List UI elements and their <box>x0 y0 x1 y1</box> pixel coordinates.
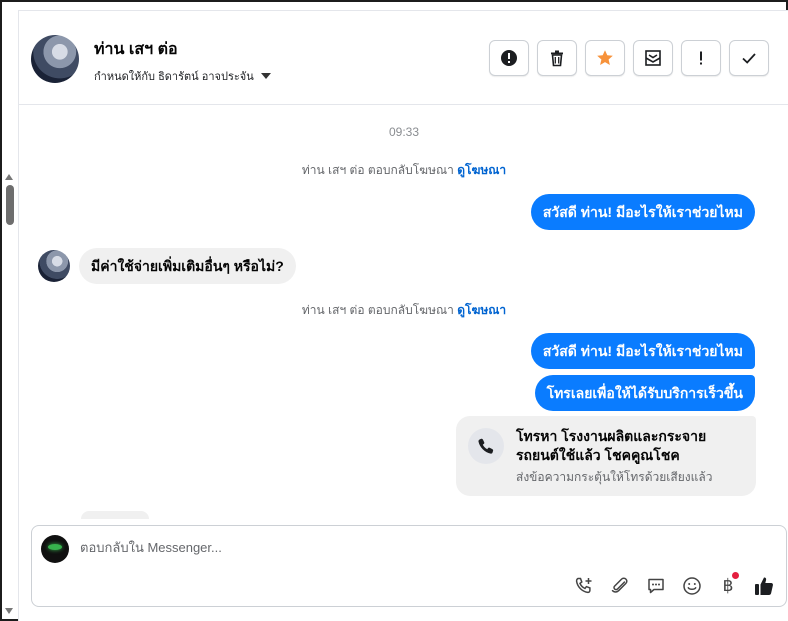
scrollbar-thumb[interactable] <box>6 185 14 225</box>
assign-dropdown[interactable]: กำหนดให้กับ ธิดารัตน์ อาจประจัน <box>94 67 271 85</box>
check-icon <box>742 53 756 64</box>
move-to-inbox-button[interactable] <box>633 40 673 76</box>
reply-composer: ฿ <box>31 525 787 607</box>
ad-reply-text: ท่าน เสฯ ต่อ ตอบกลับโฆษณา <box>301 163 458 177</box>
phone-plus-icon <box>575 577 592 594</box>
message-timestamp: 09:33 <box>388 125 420 139</box>
saved-replies-button[interactable] <box>645 575 667 597</box>
contact-avatar-small[interactable] <box>38 250 70 282</box>
baht-icon: ฿ <box>722 576 734 596</box>
outgoing-message[interactable]: สวัสดี ท่าน! มีอะไรให้เราช่วยไหม <box>530 333 755 369</box>
ad-reply-notice: ท่าน เสฯ ต่อ ตอบกลับโฆษณา ดูโฆษณา <box>19 301 788 320</box>
paperclip-icon <box>611 577 628 593</box>
incoming-message[interactable]: มีค่าใช้จ่ายเพิ่มเติมอื่นๆ หรือไม่? <box>79 248 296 284</box>
call-cta-card[interactable]: โทรหา โรงงานผลิตและกระจายรถยนต์ใช้แล้ว โ… <box>456 416 756 496</box>
payment-button[interactable]: ฿ <box>717 572 739 597</box>
scroll-down-arrow[interactable] <box>5 608 13 614</box>
conversation-panel: ท่าน เสฯ ต่อ กำหนดให้กับ ธิดารัตน์ อาจปร… <box>18 10 788 621</box>
view-ad-link[interactable]: ดูโฆษณา <box>457 303 506 317</box>
star-icon <box>597 50 613 65</box>
reply-input[interactable] <box>80 540 680 555</box>
view-ad-link[interactable]: ดูโฆษณา <box>457 163 506 177</box>
message-bubble-partial <box>81 511 149 519</box>
ad-reply-text: ท่าน เสฯ ต่อ ตอบกลับโฆษณา <box>301 303 458 317</box>
smiley-icon <box>683 577 701 595</box>
exclamation-icon <box>700 51 702 65</box>
contact-avatar[interactable] <box>31 35 79 83</box>
delete-button[interactable] <box>537 40 577 76</box>
call-cta-subtitle: ส่งข้อความกระตุ้นให้โทรด้วยเสียงแล้ว <box>516 470 713 484</box>
phone-icon <box>468 428 504 464</box>
emoji-button[interactable] <box>681 575 703 597</box>
spam-button[interactable] <box>489 40 529 76</box>
notification-dot <box>732 572 739 579</box>
chat-bubble-icon <box>648 578 664 594</box>
exclamation-circle-icon <box>501 50 517 66</box>
call-add-button[interactable] <box>573 575 595 597</box>
scroll-up-arrow[interactable] <box>5 174 13 180</box>
caret-down-icon <box>260 73 271 79</box>
header-toolbar <box>489 40 769 76</box>
conversation-header: ท่าน เสฯ ต่อ กำหนดให้กับ ธิดารัตน์ อาจปร… <box>19 11 788 105</box>
contact-name[interactable]: ท่าน เสฯ ต่อ <box>94 37 178 62</box>
thumbs-up-icon <box>755 577 773 595</box>
outgoing-message[interactable]: โทรเลยเพื่อให้ได้รับบริการเร็วขึ้น <box>534 375 755 411</box>
page-avatar <box>41 535 69 563</box>
follow-up-button[interactable] <box>681 40 721 76</box>
star-button[interactable] <box>585 40 625 76</box>
app-window: ท่าน เสฯ ต่อ กำหนดให้กับ ธิดารัตน์ อาจปร… <box>0 0 788 621</box>
ad-reply-notice: ท่าน เสฯ ต่อ ตอบกลับโฆษณา ดูโฆษณา <box>19 161 788 180</box>
assign-label: กำหนดให้กับ ธิดารัตน์ อาจประจัน <box>94 71 254 83</box>
composer-toolbar: ฿ <box>573 572 775 597</box>
attach-button[interactable] <box>609 575 631 597</box>
mark-done-button[interactable] <box>729 40 769 76</box>
like-button[interactable] <box>753 575 775 597</box>
outgoing-message[interactable]: สวัสดี ท่าน! มีอะไรให้เราช่วยไหม <box>530 194 755 230</box>
trash-icon <box>551 50 563 67</box>
mail-envelope-icon <box>645 50 661 66</box>
call-cta-title: โทรหา โรงงานผลิตและกระจายรถยนต์ใช้แล้ว โ… <box>516 428 707 463</box>
